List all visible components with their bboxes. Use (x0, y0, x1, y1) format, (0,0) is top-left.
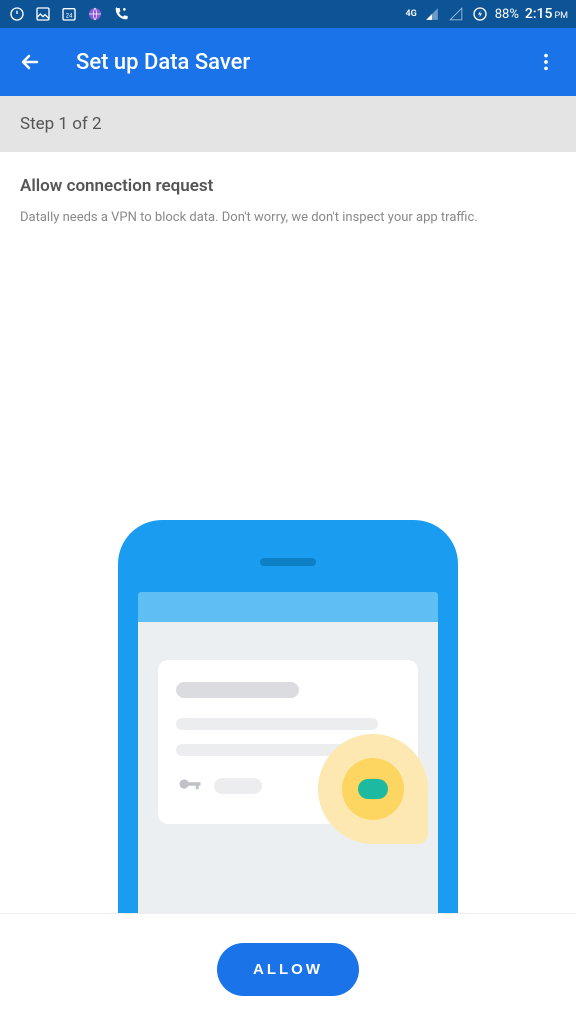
page-title: Set up Data Saver (76, 50, 532, 75)
back-button[interactable] (16, 48, 44, 76)
phone-speaker (260, 558, 316, 566)
bottom-action-bar: ALLOW (0, 914, 576, 1024)
status-right: 4G 88% 2:15 PM (405, 5, 568, 23)
ampm-label: PM (554, 11, 568, 21)
phone-screen (138, 592, 438, 914)
content-area: Allow connection request Datally needs a… (0, 152, 576, 225)
content-description: Datally needs a VPN to block data. Don't… (20, 210, 556, 225)
time-label: 2:15 (525, 6, 553, 22)
svg-text:24: 24 (66, 12, 73, 19)
status-bar: 24 4G 88% 2:15 PM (0, 0, 576, 28)
step-indicator: Step 1 of 2 (0, 96, 576, 152)
content-heading: Allow connection request (20, 176, 556, 196)
battery-label: 88% (495, 7, 519, 22)
image-icon (34, 5, 52, 23)
highlight-button (358, 779, 388, 799)
app-bar: Set up Data Saver (0, 28, 576, 96)
calendar-icon: 24 (60, 5, 78, 23)
allow-button[interactable]: ALLOW (217, 943, 359, 996)
step-label: Step 1 of 2 (20, 114, 102, 134)
overflow-menu-button[interactable] (532, 48, 560, 76)
phone-graphic (118, 520, 458, 913)
placeholder-pill (214, 778, 262, 794)
key-icon (176, 770, 204, 802)
phone-icon (112, 5, 130, 23)
highlight-inner (342, 758, 404, 820)
globe-icon (86, 5, 104, 23)
bolt-icon (471, 5, 489, 23)
screen-topbar (138, 592, 438, 622)
placeholder-line (176, 718, 378, 730)
placeholder-line (176, 682, 299, 698)
app-icon (8, 5, 26, 23)
highlight-bubble (318, 734, 428, 844)
status-left: 24 (8, 5, 130, 23)
signal-icon (423, 5, 441, 23)
signal-empty-icon (447, 5, 465, 23)
illustration (0, 520, 576, 914)
network-label: 4G (405, 9, 416, 19)
dialog-card (158, 660, 418, 824)
